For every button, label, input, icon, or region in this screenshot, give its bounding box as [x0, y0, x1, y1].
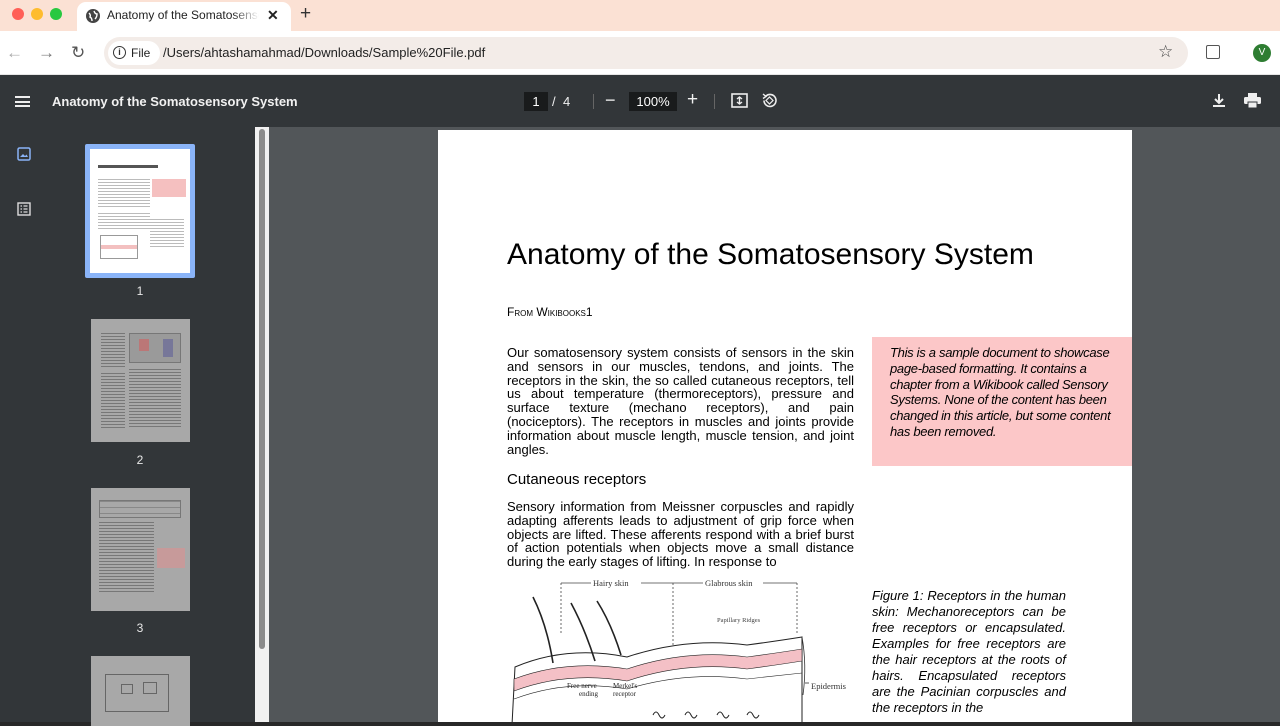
thumbnail-page-1[interactable]	[85, 144, 195, 278]
url-text[interactable]: /Users/ahtashamahmad/Downloads/Sample%20…	[163, 45, 485, 60]
thumbnails-view-icon[interactable]	[17, 147, 31, 161]
sidenote-box: This is a sample document to showcase pa…	[872, 337, 1132, 466]
diagram-label-ending: ending	[579, 690, 599, 698]
minimize-window-button[interactable]	[31, 8, 43, 20]
outline-view-icon[interactable]	[17, 202, 31, 216]
diagram-label-receptor: receptor	[613, 690, 637, 698]
close-window-button[interactable]	[12, 8, 24, 20]
bookmark-star-icon[interactable]: ☆	[1158, 42, 1173, 62]
download-icon[interactable]	[1212, 93, 1226, 108]
document-source: From Wikibooks1	[507, 305, 593, 319]
document-title: Anatomy of the Somatosensory System	[507, 238, 1034, 271]
total-pages: 4	[563, 94, 571, 109]
thumbnail-label-2: 2	[136, 453, 144, 467]
sidebar-scrollbar-thumb[interactable]	[259, 129, 265, 649]
intro-paragraph: Our somatosensory system consists of sen…	[507, 345, 854, 457]
new-tab-button[interactable]: +	[300, 3, 311, 25]
fit-page-icon[interactable]	[731, 93, 748, 109]
tab-close-icon[interactable]: ✕	[267, 7, 279, 24]
pdf-toolbar: Anatomy of the Somatosensory System 1 / …	[0, 75, 1280, 127]
address-bar[interactable]: i File /Users/ahtashamahmad/Downloads/Sa…	[104, 37, 1188, 69]
thumbnail-label-3: 3	[136, 621, 144, 635]
tab-strip: Anatomy of the Somatosensory System ✕ +	[0, 0, 1280, 31]
diagram-label-epidermis: Epidermis	[811, 681, 846, 691]
page-separator: /	[552, 94, 556, 109]
thumbnail-page-4[interactable]	[91, 656, 190, 726]
maximize-window-button[interactable]	[50, 8, 62, 20]
globe-icon	[86, 9, 100, 23]
extensions-puzzle-icon[interactable]	[1206, 45, 1220, 59]
skin-receptor-diagram: Hairy skin Glabrous skin Papillary Ridge…	[511, 577, 846, 722]
zoom-in-button[interactable]: +	[687, 89, 698, 111]
rotate-icon[interactable]	[761, 92, 778, 109]
site-info-label: File	[131, 46, 151, 60]
hamburger-menu-icon[interactable]	[15, 96, 30, 107]
forward-button[interactable]: →	[38, 43, 55, 63]
toolbar-divider	[593, 94, 594, 109]
zoom-out-button[interactable]: −	[605, 90, 616, 111]
site-info-chip[interactable]: i File	[108, 41, 160, 65]
toolbar-divider	[714, 94, 715, 109]
diagram-label-glabrous: Glabrous skin	[705, 578, 753, 588]
pdf-page-1: Anatomy of the Somatosensory System From…	[438, 130, 1132, 722]
figure-caption: Figure 1: Receptors in the human skin: M…	[872, 588, 1066, 715]
pdf-viewer: Anatomy of the Somatosensory System From…	[269, 127, 1280, 722]
info-icon: i	[113, 46, 126, 59]
diagram-label-hairy: Hairy skin	[593, 578, 629, 588]
page-number-input[interactable]: 1	[524, 92, 548, 111]
browser-tab[interactable]: Anatomy of the Somatosensory System ✕	[77, 2, 291, 31]
diagram-label-papillary: Papillary Ridges	[717, 617, 761, 624]
thumbnail-page-3[interactable]	[91, 488, 190, 611]
section-heading: Cutaneous receptors	[507, 471, 647, 488]
thumbnail-page-2[interactable]	[91, 319, 190, 442]
zoom-level-input[interactable]: 100%	[629, 92, 677, 111]
browser-toolbar: ← → ↻ i File /Users/ahtashamahmad/Downlo…	[0, 31, 1280, 75]
print-icon[interactable]	[1244, 93, 1261, 108]
profile-avatar[interactable]: V	[1253, 44, 1271, 62]
back-button[interactable]: ←	[6, 43, 23, 63]
thumbnail-sidebar: 1 2 3	[0, 127, 255, 726]
thumbnail-page-1-preview	[90, 149, 190, 273]
diagram-label-merkel: Merkel's	[613, 682, 637, 690]
diagram-label-free-nerve: Free nerve	[567, 682, 597, 690]
thumbnail-label-1: 1	[136, 284, 144, 298]
reload-button[interactable]: ↻	[71, 43, 85, 63]
tab-title: Anatomy of the Somatosensory System	[107, 8, 259, 22]
pdf-title: Anatomy of the Somatosensory System	[52, 94, 298, 109]
section-paragraph: Sensory information from Meissner corpus…	[507, 499, 854, 570]
